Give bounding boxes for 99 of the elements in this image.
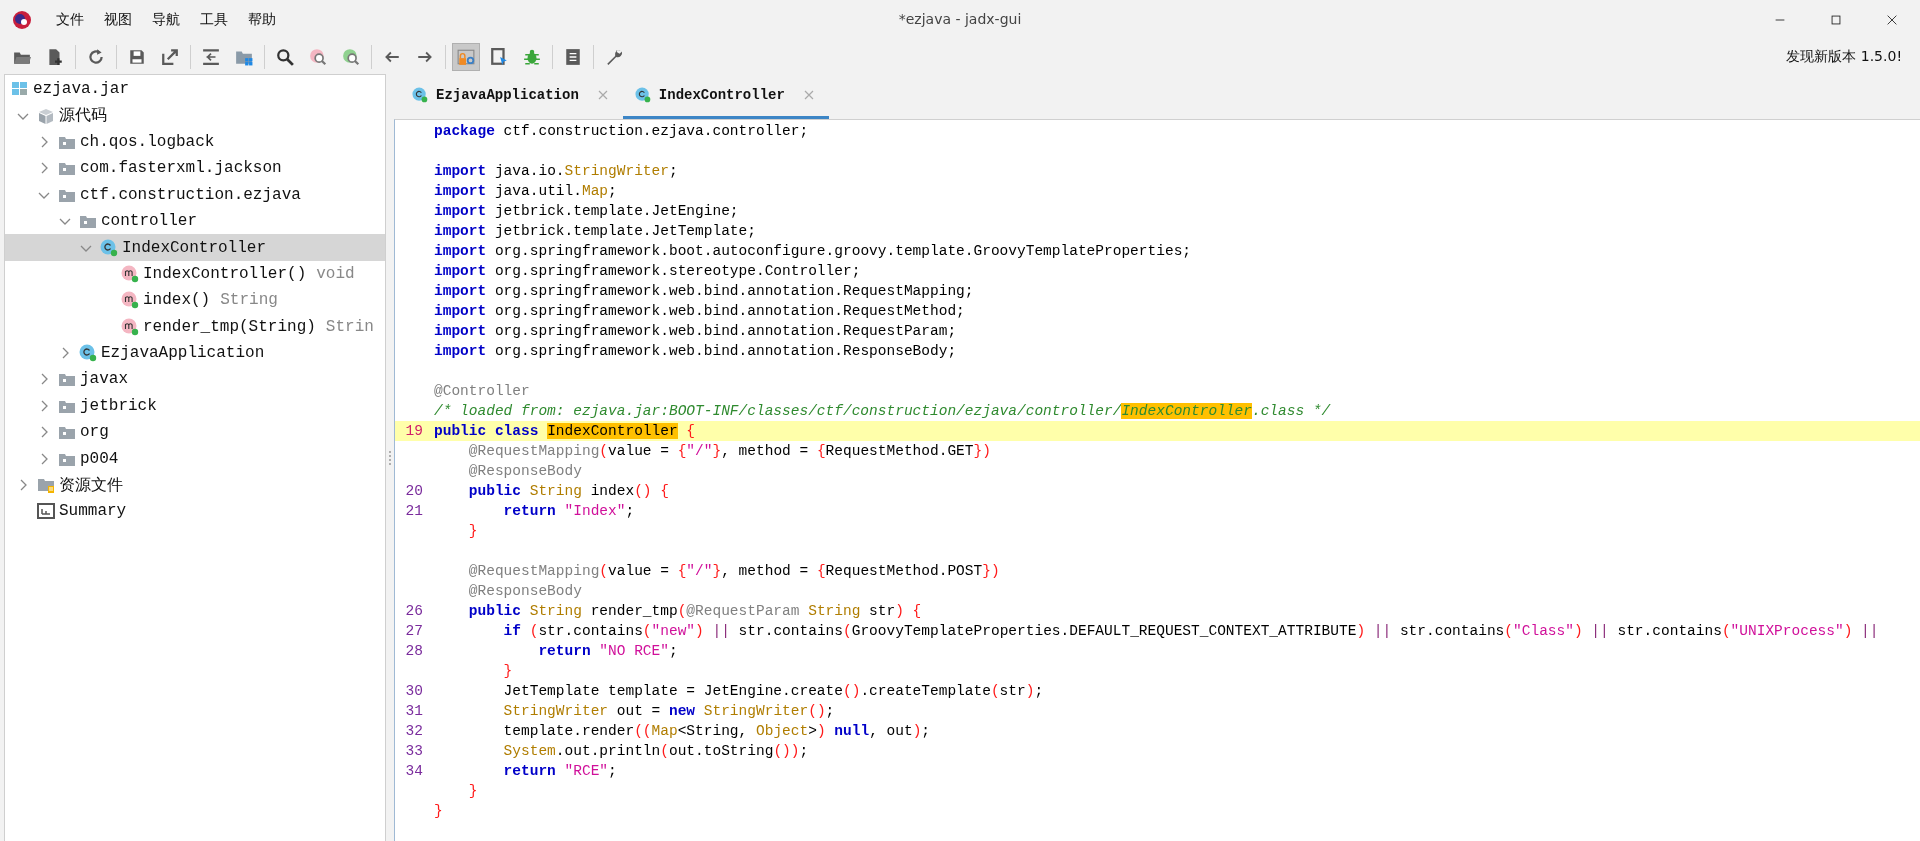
code-line: return "RCE"; (502, 763, 617, 779)
code-line: JetTemplate template = JetEngine.create().createTemplate(str); (502, 683, 1044, 699)
tree-item[interactable]: EzjavaApplication (5, 339, 385, 367)
method-icon (121, 264, 139, 283)
line-number: 20 (404, 483, 424, 499)
code-line: @RequestMapping(value = {"/"}, method = {RequestMethod.POST}) (467, 563, 1000, 579)
code-line: @ResponseBody (467, 463, 582, 479)
code-line: /* loaded from: ezjava.jar:BOOT-INF/classes/ctf/construction/ezjava/controller/IndexController.class */ (434, 403, 1331, 419)
tree-item[interactable]: com.fasterxml.jackson (5, 155, 385, 182)
file-add-icon (46, 48, 64, 66)
line-number: 33 (404, 743, 424, 759)
code-line: package ctf.construction.ezjava.controller; (434, 123, 809, 139)
folder-file-icon (37, 476, 55, 495)
code-line: import java.util.Map; (434, 183, 617, 199)
code-line: public String render_tmp(@RequestParam String str) { (467, 603, 922, 619)
method-icon (121, 317, 139, 336)
search-icon (309, 48, 327, 66)
class-icon (634, 87, 651, 103)
line-number: 21 (404, 503, 424, 519)
code-line: } (434, 803, 443, 819)
tree-item[interactable]: org (5, 419, 385, 446)
code-line: @ResponseBody (467, 583, 582, 599)
tree-item[interactable]: 资源文件 (5, 471, 385, 499)
code-line: } (502, 663, 513, 679)
code-line: import org.springframework.web.bind.annotation.RequestParam; (434, 323, 957, 339)
bug-icon (523, 48, 541, 66)
tree-item[interactable]: 源代码 (5, 102, 385, 129)
class-icon (412, 87, 428, 103)
lock-gear-button[interactable] (452, 43, 480, 71)
line-number: 30 (404, 683, 424, 699)
tree-item[interactable]: jetbrick (5, 392, 385, 420)
code-line: @Controller (434, 383, 530, 399)
splitter-grip-icon[interactable] (388, 449, 392, 466)
folder-grid-icon (235, 48, 253, 66)
code-line: import org.springframework.stereotype.Controller; (434, 263, 861, 279)
tree-item[interactable]: index() String (5, 287, 385, 314)
close-icon[interactable] (596, 89, 609, 101)
code-line: template.render((Map<String, Object>) null, out); (502, 723, 931, 739)
save-icon (128, 48, 146, 66)
export-icon (161, 48, 179, 66)
line-number: 28 (404, 643, 424, 659)
code-line: @RequestMapping(value = {"/"}, method = {RequestMethod.GET}) (467, 443, 991, 459)
tree-item[interactable]: p004 (5, 445, 385, 472)
lock-gear-icon (457, 48, 475, 66)
update-notice[interactable]: 发现新版本 1.5.0! (1786, 48, 1902, 66)
code-line: import org.springframework.web.bind.annotation.RequestMethod; (434, 303, 965, 319)
code-line: System.out.println(out.toString()); (502, 743, 809, 759)
app-logo-icon (12, 10, 32, 30)
code-line: public class IndexController { (434, 423, 696, 439)
close-icon[interactable] (802, 89, 815, 101)
code-line: import jetbrick.template.JetTemplate; (434, 223, 756, 239)
tree-item[interactable]: ctf.construction.ezjava (5, 181, 385, 208)
cube-icon (37, 106, 55, 125)
line-number: 26 (404, 603, 424, 619)
code-line: if (str.contains("new") || str.contains(GroovyTemplateProperties.DEFAULT_REQUEST_CONTEXT_ATTRIBUTE) || str.contains("Class") || str.contains("UNIXProcess") || (502, 623, 1879, 639)
refresh-icon (87, 48, 105, 66)
summary-icon (37, 502, 55, 521)
code-line: import org.springframework.web.bind.annotation.RequestMapping; (434, 283, 974, 299)
menu-item[interactable]: 帮助 (238, 7, 286, 33)
method-icon (121, 291, 139, 310)
search-icon (342, 48, 360, 66)
expand-icon (202, 48, 220, 66)
line-number: 34 (404, 763, 424, 779)
tree-item[interactable]: render_tmp(String) Strin (5, 313, 385, 340)
list-icon (564, 48, 582, 66)
class-icon (79, 344, 97, 363)
code-line: } (467, 783, 478, 799)
menu-item[interactable]: 文件 (46, 7, 94, 33)
line-number: 31 (404, 703, 424, 719)
search-icon (276, 48, 294, 66)
code-line: import jetbrick.template.JetEngine; (434, 203, 739, 219)
window-title: *ezjava - jadx-gui (898, 11, 1022, 27)
line-number: 32 (404, 723, 424, 739)
code-line: public String index() { (467, 483, 669, 499)
tree-item[interactable]: Summary (5, 498, 385, 525)
menu-item[interactable]: 视图 (94, 7, 142, 33)
tree-item[interactable]: IndexController() void (5, 260, 385, 288)
menu-item[interactable]: 导航 (142, 7, 190, 33)
code-line: } (467, 523, 478, 539)
menu-item[interactable]: 工具 (190, 7, 238, 33)
code-line: return "Index"; (502, 503, 635, 519)
close-icon (1885, 13, 1899, 27)
line-number: 19 (404, 423, 424, 439)
tree-item[interactable]: ezjava.jar (5, 76, 385, 103)
maximize-icon (1829, 13, 1843, 27)
code-line: return "NO RCE"; (537, 643, 678, 659)
document-cursor-icon (490, 48, 508, 66)
tree-item[interactable]: controller (5, 207, 385, 235)
code-line: StringWriter out = new StringWriter(); (502, 703, 835, 719)
wrench-icon (605, 48, 623, 66)
code-line: import java.io.StringWriter; (434, 163, 678, 179)
code-line: import org.springframework.web.bind.annotation.ResponseBody; (434, 343, 957, 359)
tree-item[interactable]: javax (5, 366, 385, 393)
code-line: import org.springframework.boot.autoconfigure.groovy.template.GroovyTemplateProperties; (434, 243, 1192, 259)
class-icon (100, 238, 118, 257)
line-number: 27 (404, 623, 424, 639)
tree-item[interactable]: ch.qos.logback (5, 128, 385, 156)
editor-tab[interactable]: EzjavaApplication (400, 74, 623, 119)
tree-item[interactable]: IndexController (5, 234, 385, 261)
